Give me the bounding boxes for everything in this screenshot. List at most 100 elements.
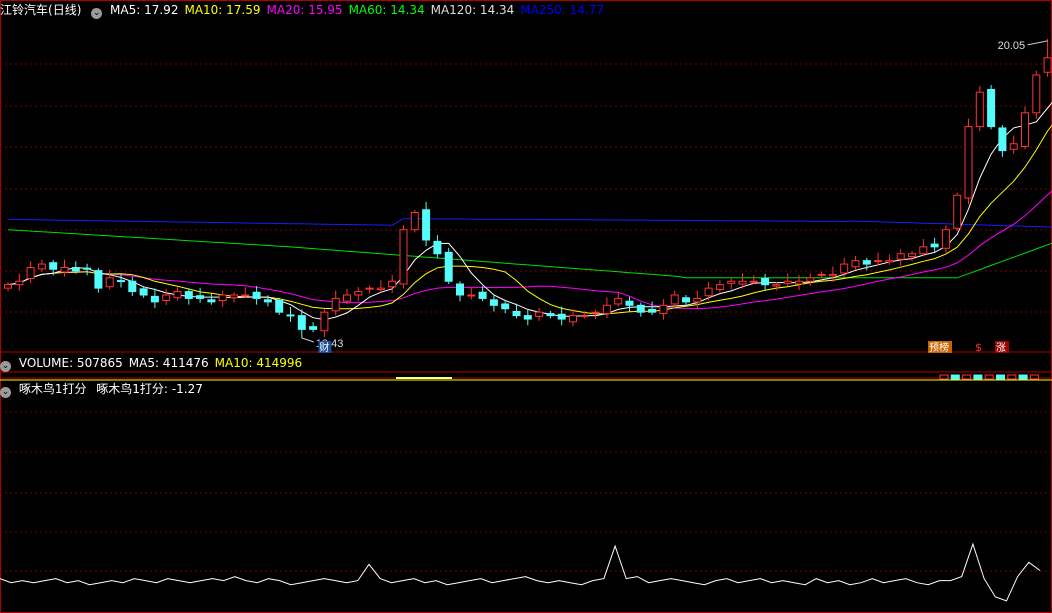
candle-body	[636, 304, 645, 313]
event-badge-label: 预榜	[929, 341, 949, 354]
candle-body	[919, 246, 928, 255]
ma20-line	[7, 190, 1052, 310]
legend-item: MA60: 14.34	[348, 3, 425, 17]
candle-body	[953, 194, 962, 229]
chart-period: (日线)	[48, 3, 82, 17]
panel-border	[0, 0, 1052, 613]
candle-body	[512, 311, 521, 317]
candle-body	[896, 253, 905, 260]
candle-body	[376, 287, 385, 290]
candle-body	[783, 280, 792, 284]
event-badge-label: 涨	[996, 342, 1006, 354]
ma10-line	[7, 124, 1052, 315]
stock-name: 江铃汽车	[0, 3, 49, 17]
candle-body	[263, 299, 272, 303]
candle-body	[535, 311, 544, 317]
low-marker-line	[301, 337, 314, 343]
event-badge-label: $	[975, 341, 982, 354]
candle-body	[874, 260, 883, 263]
indicator-name: 啄木鸟1打分	[18, 382, 87, 396]
candle-body	[602, 304, 611, 315]
candle-body	[761, 278, 770, 286]
candle-body	[309, 326, 318, 330]
candle-body	[964, 126, 973, 199]
candle-body	[1032, 74, 1041, 114]
candle-body	[343, 294, 351, 302]
candle-body	[456, 283, 464, 296]
candle-body	[806, 277, 815, 282]
candle-body	[354, 291, 363, 296]
candle-body	[297, 315, 306, 330]
candle-body	[987, 88, 996, 128]
candle-body	[275, 300, 284, 313]
legend-item: MA120: 14.34	[430, 3, 515, 17]
candle-body	[580, 315, 589, 318]
candle-body	[128, 280, 137, 293]
candle-body	[83, 267, 92, 270]
candle-body	[693, 297, 702, 303]
candle-body	[196, 295, 205, 299]
candle-body	[252, 291, 261, 299]
candle-body	[388, 280, 397, 288]
candle-body	[150, 295, 159, 303]
candle-body	[569, 315, 577, 323]
legend-item: MA10: 17.59	[184, 3, 261, 17]
candle-body	[320, 311, 329, 332]
volume-legend: ⌄ VOLUME: 507865 MA5: 411476 MA10: 414996	[0, 354, 314, 372]
legend-item: MA5: 411476	[128, 356, 209, 370]
candle-body	[930, 243, 939, 248]
high-marker-line	[1027, 40, 1048, 46]
indicator-value: 啄木鸟1打分: -1.27	[96, 382, 203, 396]
candle-body	[682, 297, 690, 303]
candle-body	[37, 263, 46, 270]
ma5-line	[7, 101, 1052, 321]
legend-item: VOLUME: 507865	[18, 356, 123, 370]
legend-item: MA5: 17.92	[110, 3, 179, 17]
chevron-down-icon[interactable]: ⌄	[91, 8, 103, 19]
candle-body	[207, 299, 216, 303]
candle-body	[557, 313, 566, 320]
candle-body	[184, 291, 193, 299]
candle-body	[399, 229, 408, 285]
candle-body	[998, 127, 1007, 152]
ma250-line	[7, 218, 1052, 228]
candle-body	[670, 294, 679, 305]
candle-body	[591, 311, 600, 314]
candle-body	[704, 287, 713, 297]
main-chart-legend: 江铃汽车(日线) ⌄ MA5: 17.92 MA10: 17.59 MA20: 15…	[0, 1, 616, 19]
candle-body	[478, 291, 487, 299]
candle-body	[795, 280, 803, 285]
chevron-down-icon[interactable]: ⌄	[0, 387, 11, 398]
candle-body	[840, 263, 849, 274]
ma-legend: MA5: 17.92 MA10: 17.59 MA20: 15.95 MA60: 14…	[110, 3, 610, 17]
candle-body	[410, 212, 419, 231]
candle-body	[467, 294, 476, 297]
chevron-down-icon[interactable]: ⌄	[0, 361, 11, 372]
volume-bar	[996, 374, 1005, 380]
candle-body	[26, 267, 35, 279]
candle-body	[862, 260, 871, 265]
candle-body	[772, 284, 781, 287]
candle-body	[1043, 57, 1052, 73]
candle-body	[738, 280, 747, 285]
candle-body	[49, 262, 58, 270]
candle-body	[241, 294, 250, 297]
candle-body	[885, 260, 894, 263]
candle-body	[4, 284, 12, 289]
candle-body	[15, 280, 24, 286]
indicator-legend: ⌄ 啄木鸟1打分 啄木鸟1打分: -1.27	[0, 380, 209, 398]
score-line	[0, 542, 1041, 602]
candle-body	[614, 297, 623, 305]
volume-bar	[962, 374, 972, 380]
candle-body	[139, 288, 148, 296]
candle-body	[501, 303, 510, 310]
candle-body	[1009, 143, 1018, 150]
stock-chart-canvas[interactable]: 20.0512.43财预榜$涨	[0, 0, 1052, 613]
candle-body	[365, 287, 374, 290]
candle-body	[71, 267, 80, 272]
volume-bar	[1018, 374, 1028, 380]
candle-body	[625, 300, 634, 306]
candle-body	[433, 240, 442, 255]
candle-body	[489, 299, 498, 306]
candle-body	[975, 91, 984, 128]
